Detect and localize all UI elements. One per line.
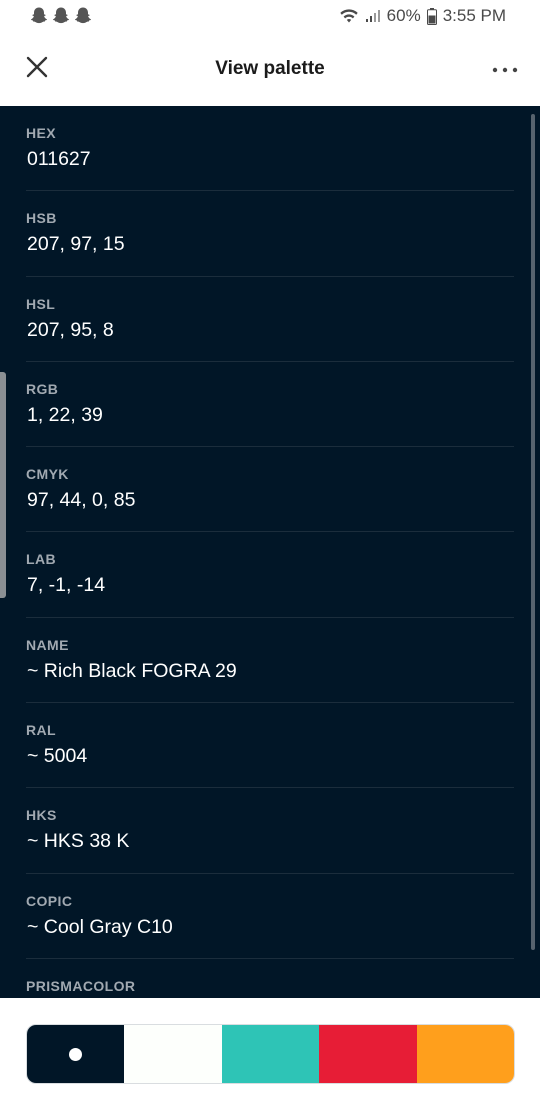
edge-panel-handle[interactable] xyxy=(0,372,6,598)
detail-row-lab[interactable]: LAB 7, -1, -14 xyxy=(26,532,514,618)
snapchat-icon xyxy=(74,6,92,24)
detail-label: HSL xyxy=(26,295,56,312)
page-title: View palette xyxy=(215,58,325,79)
detail-label: RGB xyxy=(26,380,59,397)
detail-value: ~ Rich Black FOGRA 29 xyxy=(27,659,237,682)
more-icon xyxy=(492,60,518,78)
detail-row-copic[interactable]: COPIC ~ Cool Gray C10 xyxy=(26,874,514,959)
detail-value: 7, -1, -14 xyxy=(27,574,106,597)
color-details: HEX 011627 HSB 207, 97, 15 HSL 207, 95, … xyxy=(0,106,540,998)
scrollbar[interactable] xyxy=(531,114,535,950)
detail-row-cmyk[interactable]: CMYK 97, 44, 0, 85 xyxy=(26,447,514,533)
detail-row-hsl[interactable]: HSL 207, 95, 8 xyxy=(26,277,514,362)
detail-label: HSB xyxy=(26,210,57,227)
palette-swatch[interactable] xyxy=(221,1025,320,1083)
palette-swatch[interactable] xyxy=(27,1025,125,1083)
palette-swatch[interactable] xyxy=(124,1025,222,1083)
detail-value: 011627 xyxy=(27,148,91,170)
palette-area xyxy=(0,998,540,1110)
system-status: 60% 3:55 PM xyxy=(339,6,506,26)
detail-row-prismacolor[interactable]: PRISMACOLOR xyxy=(26,959,514,998)
selected-indicator xyxy=(69,1047,83,1061)
detail-label: HEX xyxy=(26,125,56,141)
detail-row-hks[interactable]: HKS ~ HKS 38 K xyxy=(26,788,514,874)
detail-value: 207, 97, 15 xyxy=(27,233,125,256)
more-options-button[interactable] xyxy=(488,54,522,84)
detail-row-rgb[interactable]: RGB 1, 22, 39 xyxy=(26,362,514,448)
detail-row-name[interactable]: NAME ~ Rich Black FOGRA 29 xyxy=(26,618,514,704)
snapchat-icon xyxy=(52,6,70,24)
palette-swatch[interactable] xyxy=(416,1025,514,1083)
detail-label: NAME xyxy=(26,636,69,653)
app-bar: View palette xyxy=(0,34,540,106)
signal-icon xyxy=(365,9,381,23)
detail-value: 207, 95, 8 xyxy=(27,318,114,341)
notification-icons xyxy=(30,6,92,24)
battery-text: 60% xyxy=(386,6,421,25)
detail-value: ~ HKS 38 K xyxy=(27,830,130,853)
detail-label: HKS xyxy=(26,807,57,824)
detail-label: PRISMACOLOR xyxy=(26,977,136,994)
detail-value: 1, 22, 39 xyxy=(27,403,103,426)
detail-row-ral[interactable]: RAL ~ 5004 xyxy=(26,703,514,789)
detail-label: CMYK xyxy=(26,466,69,483)
clock: 3:55 PM xyxy=(442,6,506,25)
detail-value: ~ 5004 xyxy=(27,745,88,768)
detail-value: ~ Cool Gray C10 xyxy=(27,915,173,938)
detail-value: 97, 44, 0, 85 xyxy=(27,489,136,512)
palette-strip xyxy=(26,1024,515,1084)
detail-row-hsb[interactable]: HSB 207, 97, 15 xyxy=(26,191,514,277)
detail-label: RAL xyxy=(26,722,56,739)
detail-row-hex[interactable]: HEX 011627 xyxy=(26,106,514,192)
battery-icon xyxy=(426,7,437,25)
snapchat-icon xyxy=(30,6,48,24)
palette-swatch[interactable] xyxy=(319,1025,417,1083)
status-bar: 60% 3:55 PM xyxy=(0,0,540,34)
detail-label: LAB xyxy=(26,551,56,568)
detail-label: COPIC xyxy=(26,892,73,909)
wifi-icon xyxy=(339,8,359,24)
